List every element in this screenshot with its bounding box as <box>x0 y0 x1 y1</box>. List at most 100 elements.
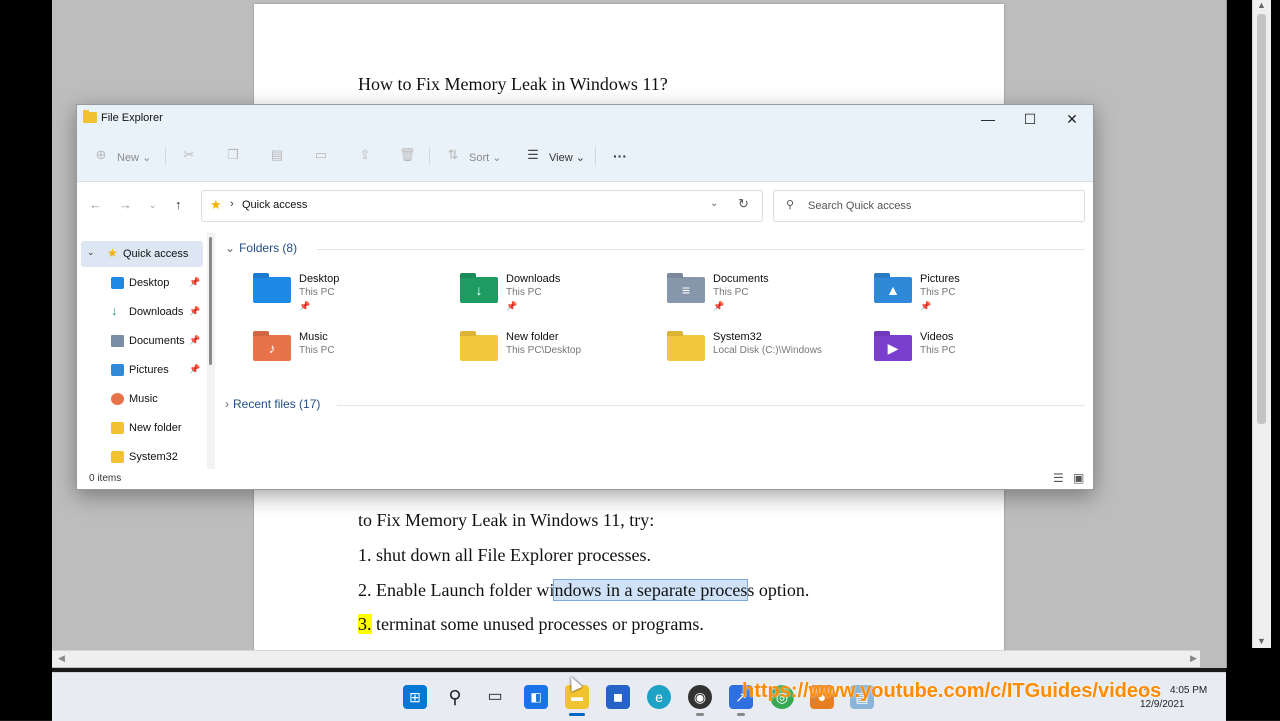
folder-tile-downloads[interactable]: ↓ Downloads This PC 📌 <box>460 271 660 317</box>
doc-line-3: 2. Enable Launch folder windows in a sep… <box>358 579 810 601</box>
more-options-button[interactable]: ··· <box>613 148 627 164</box>
doc-highlight-number: 3. <box>358 614 372 634</box>
doc-title-line: How to Fix Memory Leak in Windows 11? <box>358 74 668 94</box>
folders-group-label: Folders (8) <box>239 241 298 255</box>
edge-icon[interactable]: e <box>647 685 671 709</box>
folders-group-header[interactable]: ⌄ Folders (8) <box>225 241 297 255</box>
sidebar-item-downloads[interactable]: ↓ Downloads 📌 <box>81 299 203 325</box>
up-arrow-icon[interactable]: ↑ <box>175 197 182 212</box>
address-dropdown-icon[interactable]: ⌄ <box>710 198 718 209</box>
folder-tile-music[interactable]: ♪ Music This PC <box>253 329 453 375</box>
doc-line-3-post: s option. <box>747 580 810 600</box>
paste-icon[interactable]: ▤ <box>269 147 285 163</box>
videos-folder-icon: ▶ <box>874 335 912 361</box>
sidebar-item-desktop[interactable]: Desktop 📌 <box>81 270 203 296</box>
folder-name: Videos <box>920 331 954 343</box>
folder-name: Downloads <box>506 273 561 285</box>
sidebar-item-documents[interactable]: Documents 📌 <box>81 328 203 354</box>
refresh-icon[interactable]: ↻ <box>738 196 749 212</box>
doc-selected-text[interactable]: ndows in a separate proces <box>553 579 749 601</box>
widgets-icon[interactable]: ◧ <box>524 685 548 709</box>
maximize-button[interactable]: ☐ <box>1009 105 1051 133</box>
scroll-thumb[interactable] <box>209 237 212 365</box>
scroll-left-icon[interactable]: ◀ <box>58 653 65 664</box>
sort-button[interactable]: Sort ⌄ <box>469 151 501 164</box>
folder-tile-videos[interactable]: ▶ Videos This PC <box>874 329 1074 375</box>
scroll-right-icon[interactable]: ▶ <box>1190 653 1197 664</box>
divider <box>317 249 1085 250</box>
star-icon: ★ <box>107 246 118 260</box>
breadcrumb-chevron-icon: › <box>230 198 234 210</box>
store-icon[interactable]: ◼ <box>606 685 630 709</box>
separator <box>595 147 596 165</box>
running-app-indicator <box>737 713 745 716</box>
pin-icon: 📌 <box>189 306 201 316</box>
start-icon[interactable]: ⊞ <box>403 685 427 709</box>
new-label: New <box>117 152 140 164</box>
folder-location: This PC <box>920 345 956 356</box>
folder-tile-documents[interactable]: ≡ Documents This PC 📌 <box>667 271 867 317</box>
doc-line-3-pre: 2. Enable Launch folder wi <box>358 580 555 600</box>
sidebar-item-pictures[interactable]: Pictures 📌 <box>81 357 203 383</box>
sidebar-item-quick-access[interactable]: ⌄ ★ Quick access <box>81 241 203 267</box>
search-input[interactable] <box>806 197 1070 215</box>
folder-glyph: ≡ <box>681 282 691 298</box>
address-bar[interactable]: ★ › Quick access ⌄ ↻ <box>201 190 763 222</box>
breadcrumb-location[interactable]: Quick access <box>242 199 307 211</box>
sort-label: Sort <box>469 152 490 164</box>
doc-vertical-scrollbar[interactable]: ▲ ▼ <box>1252 0 1271 648</box>
folder-tile-desktop[interactable]: Desktop This PC 📌 <box>253 271 453 317</box>
scroll-up-icon[interactable]: ▲ <box>1257 0 1266 10</box>
view-button[interactable]: View ⌄ <box>549 151 585 164</box>
doc-line-1: to Fix Memory Leak in Windows 11, try: <box>358 510 655 530</box>
folder-name: Pictures <box>920 273 960 285</box>
pin-icon: 📌 <box>920 301 932 311</box>
task-view-icon[interactable]: ▭ <box>483 685 507 709</box>
delete-icon[interactable]: 🗑 <box>399 147 416 163</box>
minimize-button[interactable]: — <box>967 105 1009 133</box>
folder-name: New folder <box>506 331 559 343</box>
sidebar-item-music[interactable]: Music <box>81 386 203 412</box>
active-app-indicator <box>569 713 585 716</box>
sidebar-item-label: Quick access <box>123 248 189 260</box>
clock-time[interactable]: 4:05 PM <box>1170 685 1207 696</box>
folder-name: Documents <box>713 273 769 285</box>
search-box[interactable]: ⚲ <box>773 190 1085 222</box>
share-icon[interactable]: ⇪ <box>357 147 373 163</box>
tiles-view-icon[interactable]: ▣ <box>1073 471 1084 485</box>
folder-icon <box>667 335 705 361</box>
back-arrow-icon[interactable]: ← <box>89 197 102 212</box>
scroll-down-icon[interactable]: ▼ <box>1257 636 1266 646</box>
media-player-icon[interactable]: ◉ <box>688 685 712 709</box>
new-button[interactable]: New ⌄ <box>117 151 151 164</box>
details-view-icon[interactable]: ☰ <box>1053 471 1064 485</box>
folder-tile-new-folder[interactable]: New folder This PC\Desktop <box>460 329 660 375</box>
recent-files-group-header[interactable]: › Recent files (17) <box>225 397 320 411</box>
recent-locations-chevron-icon[interactable]: ⌄ <box>149 200 157 211</box>
sidebar-item-system32[interactable]: System32 <box>81 444 203 470</box>
doc-scroll-thumb[interactable] <box>1257 14 1266 424</box>
folder-tile-system32[interactable]: System32 Local Disk (C:)\Windows <box>667 329 867 375</box>
search-icon[interactable]: ⚲ <box>443 685 467 709</box>
folder-tile-pictures[interactable]: ▲ Pictures This PC 📌 <box>874 271 1074 317</box>
cut-icon[interactable]: ✂ <box>181 147 197 163</box>
title-bar[interactable]: File Explorer — ☐ ✕ <box>77 105 1093 133</box>
sidebar-item-new-folder[interactable]: New folder <box>81 415 203 441</box>
expand-chevron-icon[interactable]: ⌄ <box>87 247 95 258</box>
pin-icon: 📌 <box>189 335 201 345</box>
running-app-indicator <box>696 713 704 716</box>
sidebar-item-label: Desktop <box>129 277 170 289</box>
copy-icon[interactable]: ❐ <box>225 147 241 163</box>
close-button[interactable]: ✕ <box>1051 105 1093 133</box>
left-letterbox <box>0 0 52 720</box>
star-icon: ★ <box>210 197 222 212</box>
folder-glyph: ↓ <box>475 282 483 298</box>
doc-horizontal-scrollbar[interactable]: ◀ ▶ <box>52 650 1200 667</box>
pin-icon: 📌 <box>713 301 725 311</box>
forward-arrow-icon[interactable]: → <box>119 197 132 212</box>
rename-icon[interactable]: ▭ <box>313 147 329 163</box>
sort-icon: ⇅ <box>447 147 459 162</box>
navigation-scrollbar[interactable] <box>207 233 215 469</box>
sidebar-item-label: System32 <box>129 451 178 463</box>
view-icon: ☰ <box>527 147 539 162</box>
